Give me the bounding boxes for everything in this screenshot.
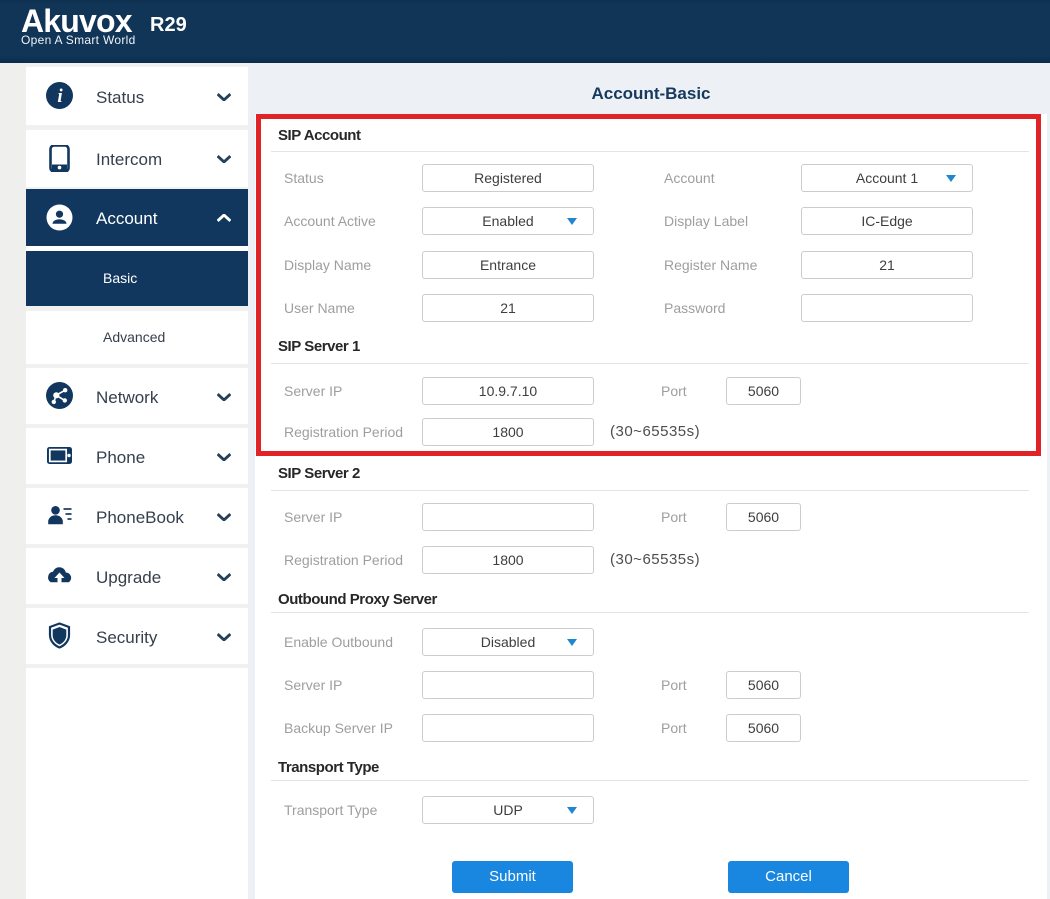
svg-text:i: i (57, 86, 63, 107)
